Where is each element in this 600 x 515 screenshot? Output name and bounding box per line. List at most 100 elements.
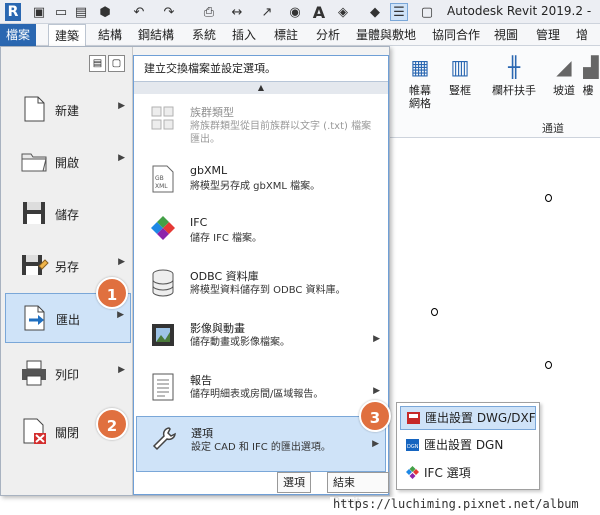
export-setup-dwg-dxf[interactable]: 匯出設置 DWG/DXF	[400, 406, 536, 430]
revit-logo-icon[interactable]: R	[4, 3, 22, 21]
thin-lines-icon[interactable]: ☰	[390, 3, 408, 21]
flyout-item-label: 匯出設置 DGN	[424, 438, 504, 452]
undo-icon[interactable]: ↶	[130, 3, 148, 21]
step-badge-2: 2	[96, 408, 128, 440]
tab-massing-site[interactable]: 量體與敷地	[350, 24, 422, 46]
stair-button[interactable]: ▟ 樓	[576, 52, 600, 98]
options-button[interactable]: 選項	[277, 472, 311, 493]
quick-access-toolbar: R ▣ ▭ ▤ ⬢ ↶ ↷ ⎙ ↔ ↗ ◉ A ◈ ◆ ☰ ▢ Autodesk…	[0, 0, 600, 24]
tab-view[interactable]: 視圖	[488, 24, 524, 46]
application-menu: ▤ ▢ 新建 ▶ 開啟 ▶ 儲存 另存 ▶ 匯出 ▶ 列印 ▶ 關閉 建立交換檔…	[0, 46, 390, 508]
export-item-desc: 將模型資料儲存到 ODBC 資料庫。	[190, 285, 346, 296]
chevron-right-icon: ▶	[118, 257, 125, 267]
tab-steel[interactable]: 鋼結構	[132, 24, 180, 46]
circulation-panel-label: 通道	[542, 122, 564, 135]
menu-item-open[interactable]: 開啟 ▶	[5, 137, 131, 187]
export-reports[interactable]: 報告 儲存明細表或房間/區域報告。 ▶	[136, 364, 386, 420]
3d-view-icon[interactable]: ◈	[334, 3, 352, 21]
curtain-grid-button[interactable]: ▦ 帷幕 網格	[398, 52, 442, 111]
home-icon[interactable]: ▣	[30, 3, 48, 21]
open-documents-icon[interactable]: ▢	[108, 55, 125, 72]
tab-structure[interactable]: 結構	[92, 24, 128, 46]
menu-item-label: 匯出	[56, 313, 81, 327]
ramp-label: 坡道	[553, 84, 575, 97]
chevron-right-icon: ▶	[117, 310, 124, 320]
watermark-url: https://luchiming.pixnet.net/album	[330, 497, 582, 511]
mullion-icon: ▥	[450, 54, 470, 79]
export-item-desc: 儲存明細表或房間/區域報告。	[190, 389, 324, 400]
save-as-icon	[22, 255, 49, 275]
menu-item-label: 儲存	[55, 208, 80, 222]
menu-item-label: 另存	[55, 260, 80, 274]
exit-revit-button[interactable]: 結束 Revit	[327, 472, 389, 508]
svg-text:GB: GB	[155, 175, 164, 182]
menu-item-print[interactable]: 列印 ▶	[5, 349, 131, 399]
tab-addins[interactable]: 增益	[570, 24, 600, 64]
export-item-title: gbXML	[190, 164, 228, 177]
film-icon	[152, 324, 174, 346]
sync-icon[interactable]: ⬢	[96, 3, 114, 21]
menu-item-save[interactable]: 儲存	[5, 189, 131, 239]
gbxml-file-icon: GBXML	[152, 165, 174, 193]
export-images-animations[interactable]: 影像與動畫 儲存動畫或影像檔案。 ▶	[136, 312, 386, 368]
export-options-flyout: 匯出設置 DWG/DXF DGN 匯出設置 DGN IFC 選項	[396, 402, 540, 490]
export-item-title: 族群類型	[190, 106, 234, 119]
print-icon[interactable]: ⎙	[200, 3, 218, 21]
mullion-label: 豎框	[449, 84, 471, 97]
export-gbxml[interactable]: GB XML gbXML 將模型另存成 gbXML 檔案。	[136, 156, 386, 212]
flyout-item-label: IFC 選項	[424, 466, 471, 480]
menu-item-new[interactable]: 新建 ▶	[5, 85, 131, 135]
open-icon[interactable]: ▭	[52, 3, 70, 21]
export-family-types[interactable]: 族群類型 將族群類型從目前族群以文字 (.txt) 檔案匯出。	[136, 96, 386, 152]
menu-footer: 選項 結束 Revit	[133, 471, 389, 508]
tab-file[interactable]: 檔案	[0, 24, 37, 46]
mullion-button[interactable]: ▥ 豎框	[438, 52, 482, 98]
tab-collaborate[interactable]: 協同合作	[426, 24, 486, 46]
text-icon[interactable]: A	[310, 3, 328, 22]
ifc-options[interactable]: IFC 選項	[400, 462, 536, 486]
export-item-desc: 儲存 IFC 檔案。	[190, 233, 263, 244]
tab-insert[interactable]: 插入	[226, 24, 262, 46]
section-icon[interactable]: ◆	[366, 3, 384, 21]
export-item-title: 影像與動畫	[190, 322, 245, 335]
export-item-desc: 將族群類型從目前族群以文字 (.txt) 檔案匯出。	[190, 121, 372, 145]
stair-label: 樓	[582, 84, 594, 97]
export-ifc[interactable]: IFC 儲存 IFC 檔案。	[136, 208, 386, 264]
ifc-logo-icon	[406, 466, 419, 479]
ribbon-tabs: 檔案 建築 結構 鋼結構 系統 插入 標註 分析 量體與敷地 協同合作 視圖 管…	[0, 24, 600, 64]
chevron-right-icon: ▶	[373, 386, 380, 396]
export-item-desc: 儲存動畫或影像檔案。	[190, 337, 290, 348]
recent-documents-icon[interactable]: ▤	[89, 55, 106, 72]
tab-analyze[interactable]: 分析	[310, 24, 346, 46]
tag-icon[interactable]: ◉	[286, 3, 304, 21]
railing-button[interactable]: ╫ 欄杆扶手	[492, 52, 536, 98]
switch-windows-icon[interactable]: ▢	[418, 3, 436, 21]
dimension-icon[interactable]: ↗	[258, 3, 276, 21]
tab-systems[interactable]: 系統	[186, 24, 222, 46]
save-icon[interactable]: ▤	[72, 3, 90, 21]
redo-icon[interactable]: ↷	[160, 3, 178, 21]
tab-manage[interactable]: 管理	[530, 24, 566, 46]
ifc-logo-icon	[151, 216, 175, 240]
close-document-icon	[23, 418, 46, 444]
curtain-grid-icon: ▦	[410, 54, 430, 79]
grid-marker	[545, 194, 552, 202]
export-item-desc: 將模型另存成 gbXML 檔案。	[190, 181, 321, 192]
export-item-title: IFC	[190, 216, 208, 229]
measure-icon[interactable]: ↔	[228, 3, 246, 21]
svg-text:DGN: DGN	[407, 444, 419, 450]
export-panel: 建立交換檔案並設定選項。 ▲ 族群類型 將族群類型從目前族群以文字 (.txt)…	[133, 55, 389, 495]
grid-marker	[545, 361, 552, 369]
scroll-up-icon[interactable]: ▲	[134, 82, 388, 94]
stair-icon: ▟	[583, 54, 599, 79]
export-odbc[interactable]: ODBC 資料庫 將模型資料儲存到 ODBC 資料庫。	[136, 260, 386, 316]
menu-item-label: 列印	[55, 368, 80, 382]
export-options[interactable]: 選項 設定 CAD 和 IFC 的匯出選項。 ▶	[136, 416, 386, 472]
floppy-disk-icon	[23, 202, 45, 224]
report-icon	[152, 373, 174, 401]
export-setup-dgn[interactable]: DGN 匯出設置 DGN	[400, 434, 536, 458]
tab-architecture[interactable]: 建築	[48, 24, 87, 46]
export-panel-header: 建立交換檔案並設定選項。	[134, 56, 388, 82]
export-item-title: 選項	[191, 427, 213, 440]
tab-annotate[interactable]: 標註	[268, 24, 304, 46]
